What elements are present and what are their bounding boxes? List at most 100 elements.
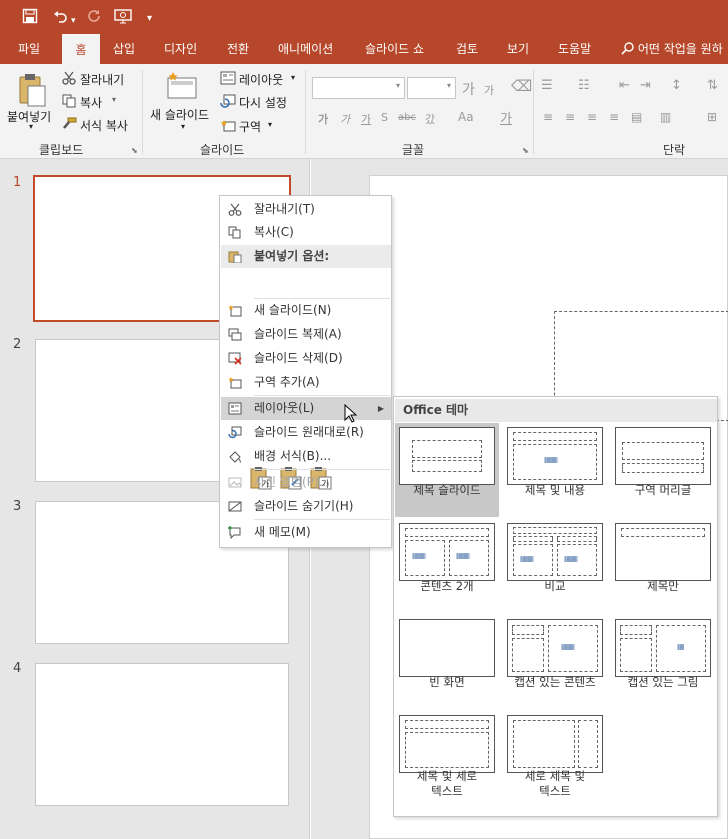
- bold-button[interactable]: 가: [318, 111, 328, 127]
- picture-icon: ▦: [677, 642, 685, 651]
- customize-toolbar-icon[interactable]: ▾: [147, 10, 152, 28]
- tab-help[interactable]: 도움말: [558, 34, 591, 64]
- slide-thumbnail-4[interactable]: [35, 663, 289, 806]
- align-left-icon[interactable]: ≡: [543, 110, 553, 124]
- tell-me-box[interactable]: 어떤 작업을 원하: [621, 34, 723, 64]
- slide-number: 4: [13, 661, 22, 676]
- cut-button[interactable]: 잘라내기: [80, 71, 124, 88]
- section-button[interactable]: 구역: [239, 118, 261, 135]
- layout-section-header[interactable]: 구역 머리글: [611, 423, 715, 517]
- increase-indent-icon[interactable]: ⇥: [640, 78, 651, 93]
- clipboard-launcher-icon[interactable]: ⬊: [131, 146, 138, 155]
- menu-item-reset-slide[interactable]: 슬라이드 원래대로(R): [221, 421, 391, 444]
- layout-title-slide[interactable]: 제목 슬라이드: [395, 423, 499, 517]
- menu-item-format-background[interactable]: 배경 서식(B)...: [221, 445, 391, 468]
- copy-dropdown-icon[interactable]: ▾: [112, 95, 116, 104]
- mouse-pointer-icon: [344, 403, 358, 427]
- layout-title-only[interactable]: 제목만: [611, 519, 715, 613]
- menu-item-cut[interactable]: 잘라내기(T): [221, 198, 391, 221]
- bullets-icon[interactable]: ☰: [541, 78, 553, 93]
- layout-title-vertical-text[interactable]: 제목 및 세로 텍스트: [395, 711, 499, 805]
- font-name-box[interactable]: ▾: [312, 77, 405, 99]
- menu-item-label: 슬라이드 원래대로(R): [254, 425, 364, 439]
- menu-item-new-comment[interactable]: 새 메모(M): [221, 521, 391, 544]
- new-slide-icon[interactable]: [166, 70, 198, 103]
- copy-button[interactable]: 복사: [80, 94, 102, 111]
- menu-item-new-slide[interactable]: 새 슬라이드(N): [221, 299, 391, 322]
- layout-dropdown-icon[interactable]: ▾: [291, 73, 295, 82]
- group-divider: [533, 70, 534, 154]
- layout-label: 빈 화면: [429, 675, 465, 689]
- tab-design[interactable]: 디자인: [164, 34, 197, 64]
- line-spacing-icon[interactable]: ↕: [671, 78, 682, 93]
- menu-item-label: 슬라이드 삭제(D): [254, 351, 343, 365]
- layout-picture-caption[interactable]: ▦ 캡션 있는 그림: [611, 615, 715, 709]
- change-case-button[interactable]: Aa: [458, 110, 474, 124]
- undo-dropdown-icon[interactable]: ▾: [71, 12, 76, 30]
- tab-animations[interactable]: 애니메이션: [278, 34, 333, 64]
- save-icon[interactable]: [22, 8, 38, 28]
- undo-icon[interactable]: [52, 8, 68, 28]
- text-direction-icon[interactable]: ⇅: [707, 78, 718, 93]
- italic-button[interactable]: 가: [340, 111, 350, 127]
- tab-transitions[interactable]: 전환: [227, 34, 249, 64]
- tab-review[interactable]: 검토: [456, 34, 478, 64]
- decrease-indent-icon[interactable]: ⇤: [619, 78, 630, 93]
- align-center-icon[interactable]: ≡: [565, 110, 575, 124]
- layout-preview: [399, 715, 495, 773]
- font-color-button[interactable]: 가: [500, 108, 512, 127]
- tab-file[interactable]: 파일: [18, 34, 40, 64]
- char-spacing-button[interactable]: 갔: [425, 111, 435, 127]
- format-painter-button[interactable]: 서식 복사: [80, 117, 128, 134]
- underline-button[interactable]: 가: [361, 111, 371, 127]
- grow-font-button[interactable]: 가: [462, 79, 475, 99]
- redo-icon[interactable]: [86, 8, 102, 28]
- shadow-button[interactable]: S: [381, 111, 388, 124]
- menu-item-layout[interactable]: 레이아웃(L) ▶: [221, 397, 391, 420]
- layout-two-content[interactable]: ▦▦ ▦▦ 콘텐츠 2개: [395, 519, 499, 613]
- layout-label: 캡션 있는 콘텐츠: [514, 675, 596, 689]
- layout-content-caption[interactable]: ▦▦ 캡션 있는 콘텐츠: [503, 615, 607, 709]
- new-slide-button[interactable]: 새 슬라이드: [150, 106, 209, 123]
- tab-home[interactable]: 홈: [62, 34, 100, 64]
- tab-insert[interactable]: 삽입: [113, 34, 135, 64]
- reset-button[interactable]: 다시 설정: [239, 94, 287, 111]
- layout-title-content[interactable]: ▦▦ 제목 및 내용: [503, 423, 607, 517]
- layout-vertical-title-text[interactable]: 세로 제목 및 텍스트: [503, 711, 607, 805]
- new-slide-dropdown-icon[interactable]: ▾: [181, 122, 185, 131]
- clear-format-icon[interactable]: ⌫: [511, 77, 532, 95]
- align-text-icon[interactable]: ⊞: [707, 110, 717, 124]
- tab-slideshow[interactable]: 슬라이드 쇼: [365, 34, 424, 64]
- scissors-icon: [228, 203, 242, 216]
- present-icon[interactable]: [114, 8, 132, 28]
- menu-item-delete-slide[interactable]: 슬라이드 삭제(D): [221, 347, 391, 370]
- shrink-font-button[interactable]: 가: [484, 82, 494, 98]
- content-icons: ▦▦: [544, 455, 558, 464]
- paste-dropdown-icon[interactable]: ▾: [29, 122, 33, 131]
- columns-icon[interactable]: ▥: [660, 110, 671, 124]
- justify-icon[interactable]: ≡: [609, 110, 619, 124]
- layout-comparison[interactable]: ▦▦ ▦▦ 비교: [503, 519, 607, 613]
- layout-button[interactable]: 레이아웃: [239, 71, 283, 88]
- theme-header: Office 테마: [395, 399, 717, 422]
- align-right-icon[interactable]: ≡: [587, 110, 597, 124]
- tab-view[interactable]: 보기: [507, 34, 529, 64]
- ribbon-tabs: 파일 홈 삽입 디자인 전환 애니메이션 슬라이드 쇼 검토 보기 도움말 어떤…: [0, 34, 728, 64]
- menu-item-label: 새 메모(M): [254, 525, 311, 539]
- menu-item-copy[interactable]: 복사(C): [221, 221, 391, 244]
- content-icons: ▦▦: [412, 551, 426, 560]
- strikethrough-button[interactable]: abc: [398, 112, 416, 123]
- slides-group-label: 슬라이드: [200, 143, 245, 157]
- section-dropdown-icon[interactable]: ▾: [268, 120, 272, 129]
- menu-item-hide-slide[interactable]: 슬라이드 숨기기(H): [221, 495, 391, 518]
- layout-blank[interactable]: 빈 화면: [395, 615, 499, 709]
- paste-icon: [228, 251, 242, 263]
- numbering-icon[interactable]: ☷: [578, 78, 590, 93]
- paste-icon[interactable]: [17, 72, 47, 111]
- menu-item-add-section[interactable]: 구역 추가(A): [221, 371, 391, 394]
- font-launcher-icon[interactable]: ⬊: [522, 146, 529, 155]
- font-size-box[interactable]: ▾: [407, 77, 456, 99]
- menu-item-duplicate-slide[interactable]: 슬라이드 복제(A): [221, 323, 391, 346]
- distribute-icon[interactable]: ▤: [631, 110, 642, 124]
- menu-item-label: 잘라내기(T): [254, 202, 315, 216]
